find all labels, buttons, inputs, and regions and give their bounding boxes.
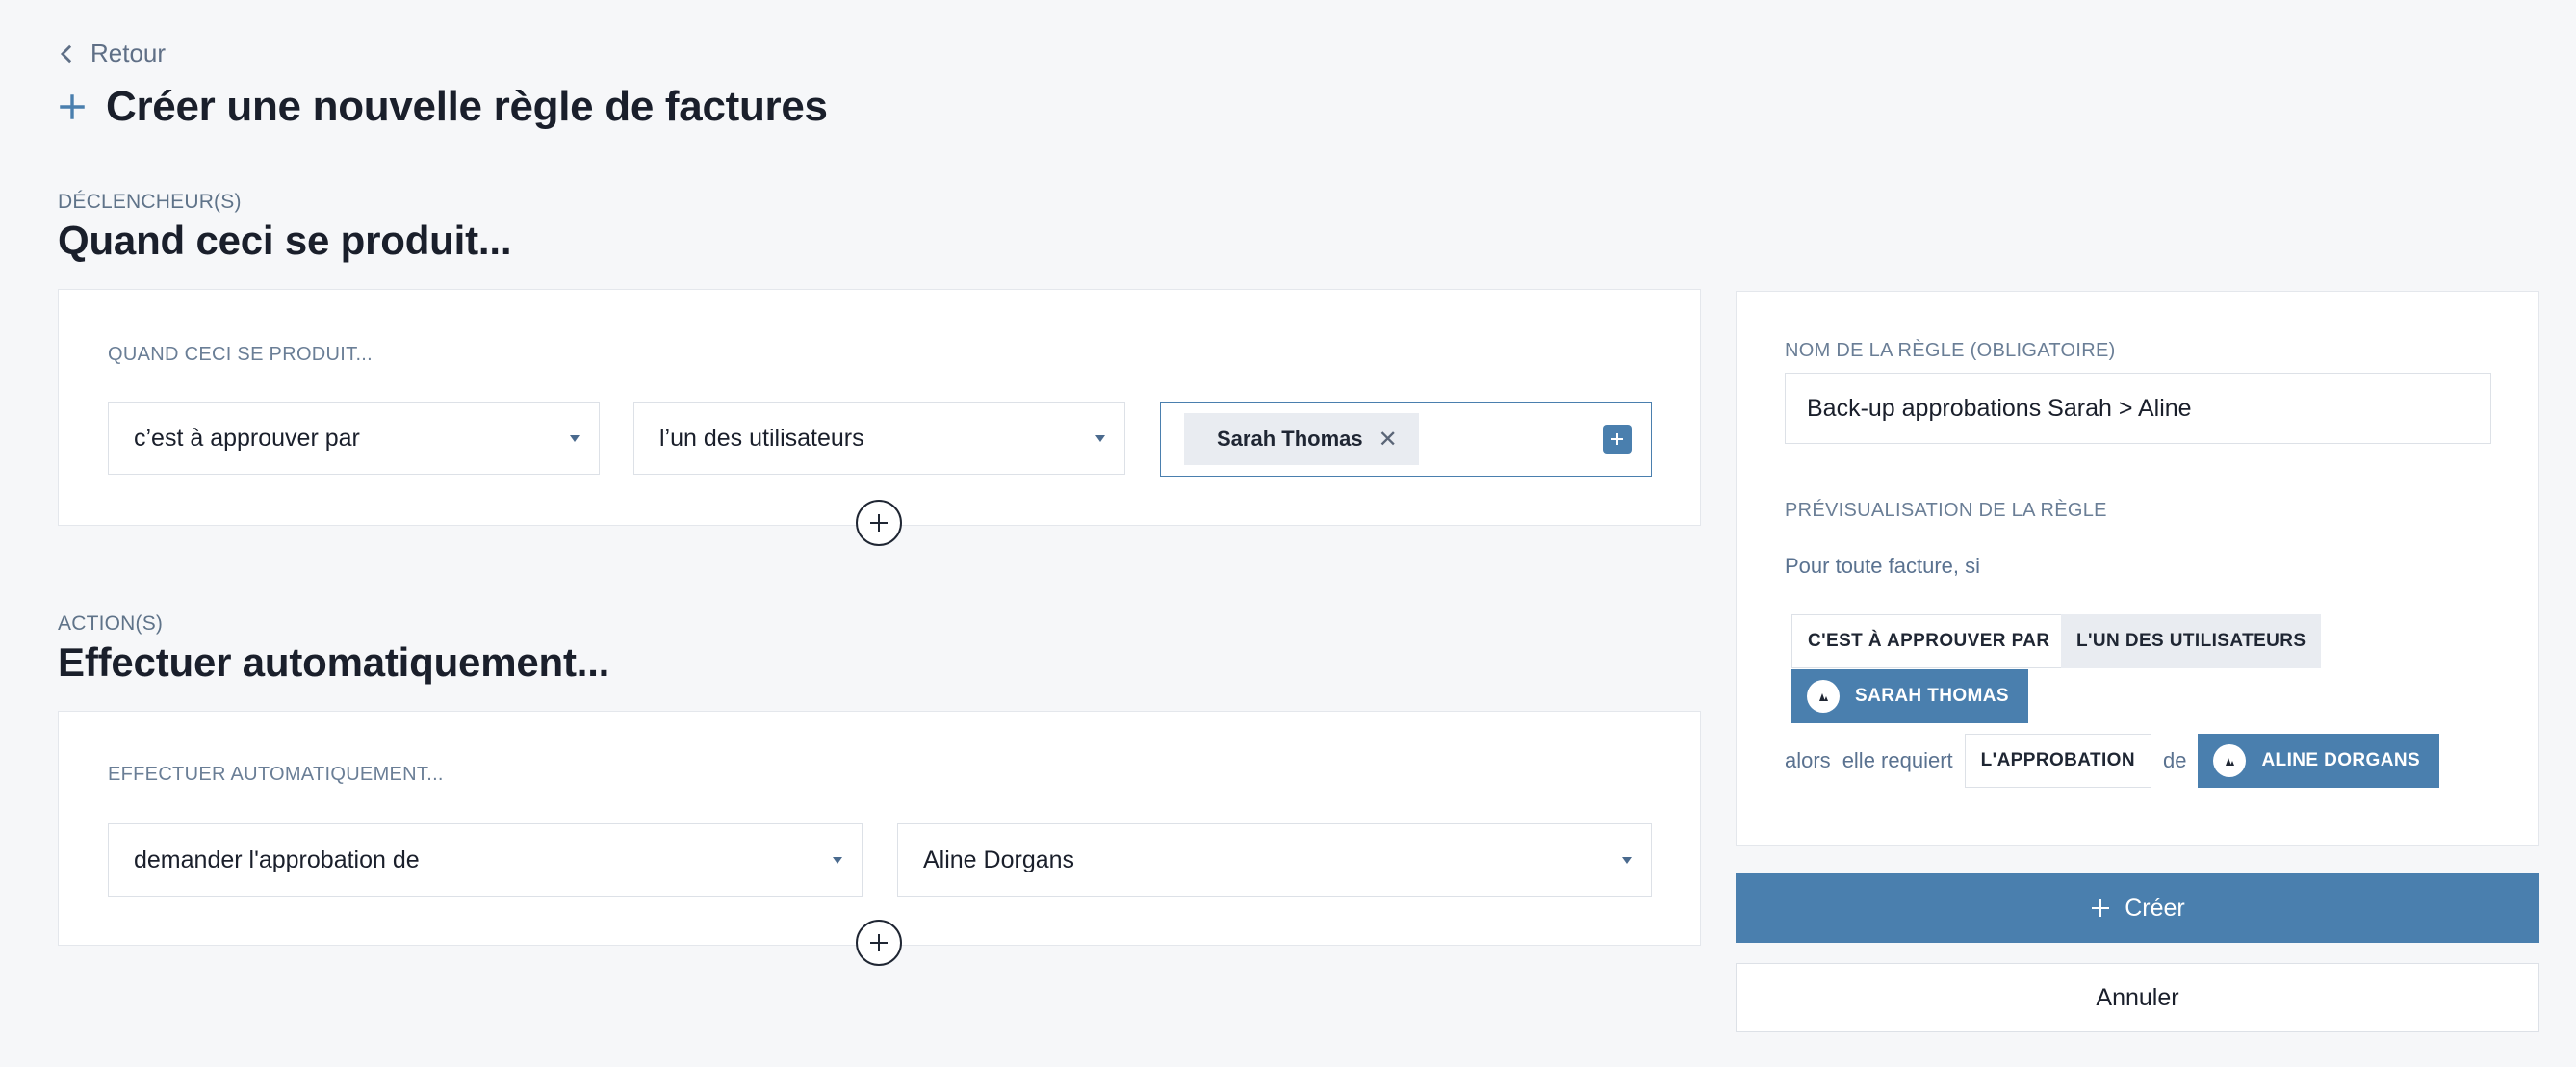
scope-select-value: l’un des utilisateurs bbox=[659, 424, 864, 452]
preview-word-then: alors bbox=[1785, 748, 1831, 772]
preview-condition-tag: C'EST À APPROUVER PAR bbox=[1791, 614, 2067, 668]
page-title: Créer une nouvelle règle de factures bbox=[106, 83, 828, 130]
cancel-button[interactable]: Annuler bbox=[1736, 963, 2539, 1032]
preview-word-requires: elle requiert bbox=[1842, 748, 1953, 772]
preview-sentence-row: alors elle requiert L'APPROBATION de ALI… bbox=[1785, 734, 2440, 788]
rule-name-label: NOM DE LA RÈGLE (OBLIGATOIRE) bbox=[1785, 340, 2116, 361]
action-select[interactable]: demander l'approbation de bbox=[108, 823, 863, 897]
user-chip: Sarah Thomas ✕ bbox=[1184, 413, 1419, 465]
preview-user-label: SARAH THOMAS bbox=[1855, 686, 2009, 706]
triggers-eyebrow: DÉCLENCHEUR(S) bbox=[58, 191, 242, 213]
condition-select[interactable]: c’est à approuver par bbox=[108, 402, 600, 475]
preview-scope-tag: L'UN DES UTILISATEURS bbox=[2061, 614, 2322, 668]
actions-card-label: EFFECTUER AUTOMATIQUEMENT... bbox=[108, 764, 444, 785]
remove-chip-icon[interactable]: ✕ bbox=[1378, 426, 1398, 454]
plus-icon bbox=[60, 94, 85, 119]
user-avatar-icon bbox=[1819, 693, 1828, 701]
page-header: Créer une nouvelle règle de factures bbox=[56, 83, 828, 131]
preview-user-tag: SARAH THOMAS bbox=[1791, 669, 2028, 723]
caret-down-icon bbox=[833, 856, 842, 864]
caret-down-icon bbox=[1622, 856, 1632, 864]
rule-panel: NOM DE LA RÈGLE (OBLIGATOIRE) Back-up ap… bbox=[1736, 291, 2539, 846]
plus-icon bbox=[870, 934, 888, 951]
action-select-value: demander l'approbation de bbox=[134, 846, 420, 873]
back-label: Retour bbox=[90, 39, 167, 67]
add-action-button[interactable] bbox=[856, 920, 902, 966]
actions-title: Effectuer automatiquement... bbox=[58, 639, 610, 685]
avatar bbox=[1807, 680, 1840, 713]
create-label: Créer bbox=[2125, 894, 2185, 922]
back-link[interactable]: Retour bbox=[58, 39, 166, 68]
plus-icon bbox=[2092, 899, 2110, 917]
condition-select-value: c’est à approuver par bbox=[134, 424, 360, 452]
scope-select[interactable]: l’un des utilisateurs bbox=[633, 402, 1125, 475]
preview-label: PRÉVISUALISATION DE LA RÈGLE bbox=[1785, 500, 2107, 521]
triggers-card-label: QUAND CECI SE PRODUIT... bbox=[108, 344, 374, 365]
plus-icon bbox=[870, 514, 888, 532]
cancel-label: Annuler bbox=[2096, 983, 2179, 1011]
rule-name-value: Back-up approbations Sarah > Aline bbox=[1807, 394, 2192, 422]
caret-down-icon bbox=[570, 434, 580, 442]
plus-icon bbox=[1611, 433, 1623, 445]
preview-action-tag: L'APPROBATION bbox=[1964, 734, 2151, 788]
preview-lead: Pour toute facture, si bbox=[1785, 554, 1980, 578]
rule-name-input[interactable]: Back-up approbations Sarah > Aline bbox=[1785, 373, 2491, 444]
avatar bbox=[2213, 744, 2247, 777]
user-avatar-icon bbox=[2226, 758, 2235, 766]
actions-card: EFFECTUER AUTOMATIQUEMENT... demander l'… bbox=[58, 711, 1701, 946]
approver-select-value: Aline Dorgans bbox=[923, 846, 1075, 873]
users-multiselect[interactable]: Sarah Thomas ✕ bbox=[1160, 402, 1652, 477]
preview-approver-label: ALINE DORGANS bbox=[2261, 750, 2421, 770]
create-button[interactable]: Créer bbox=[1736, 873, 2539, 943]
add-trigger-button[interactable] bbox=[856, 500, 902, 546]
triggers-title: Quand ceci se produit... bbox=[58, 218, 512, 263]
caret-down-icon bbox=[1095, 434, 1105, 442]
chevron-left-icon bbox=[60, 44, 72, 63]
triggers-card: QUAND CECI SE PRODUIT... c’est à approuv… bbox=[58, 289, 1701, 526]
user-chip-label: Sarah Thomas bbox=[1217, 427, 1363, 451]
add-user-button[interactable] bbox=[1603, 425, 1632, 454]
approver-select[interactable]: Aline Dorgans bbox=[897, 823, 1652, 897]
preview-word-of: de bbox=[2162, 748, 2187, 772]
preview-approver-tag: ALINE DORGANS bbox=[2198, 734, 2440, 788]
actions-eyebrow: ACTION(S) bbox=[58, 612, 164, 635]
